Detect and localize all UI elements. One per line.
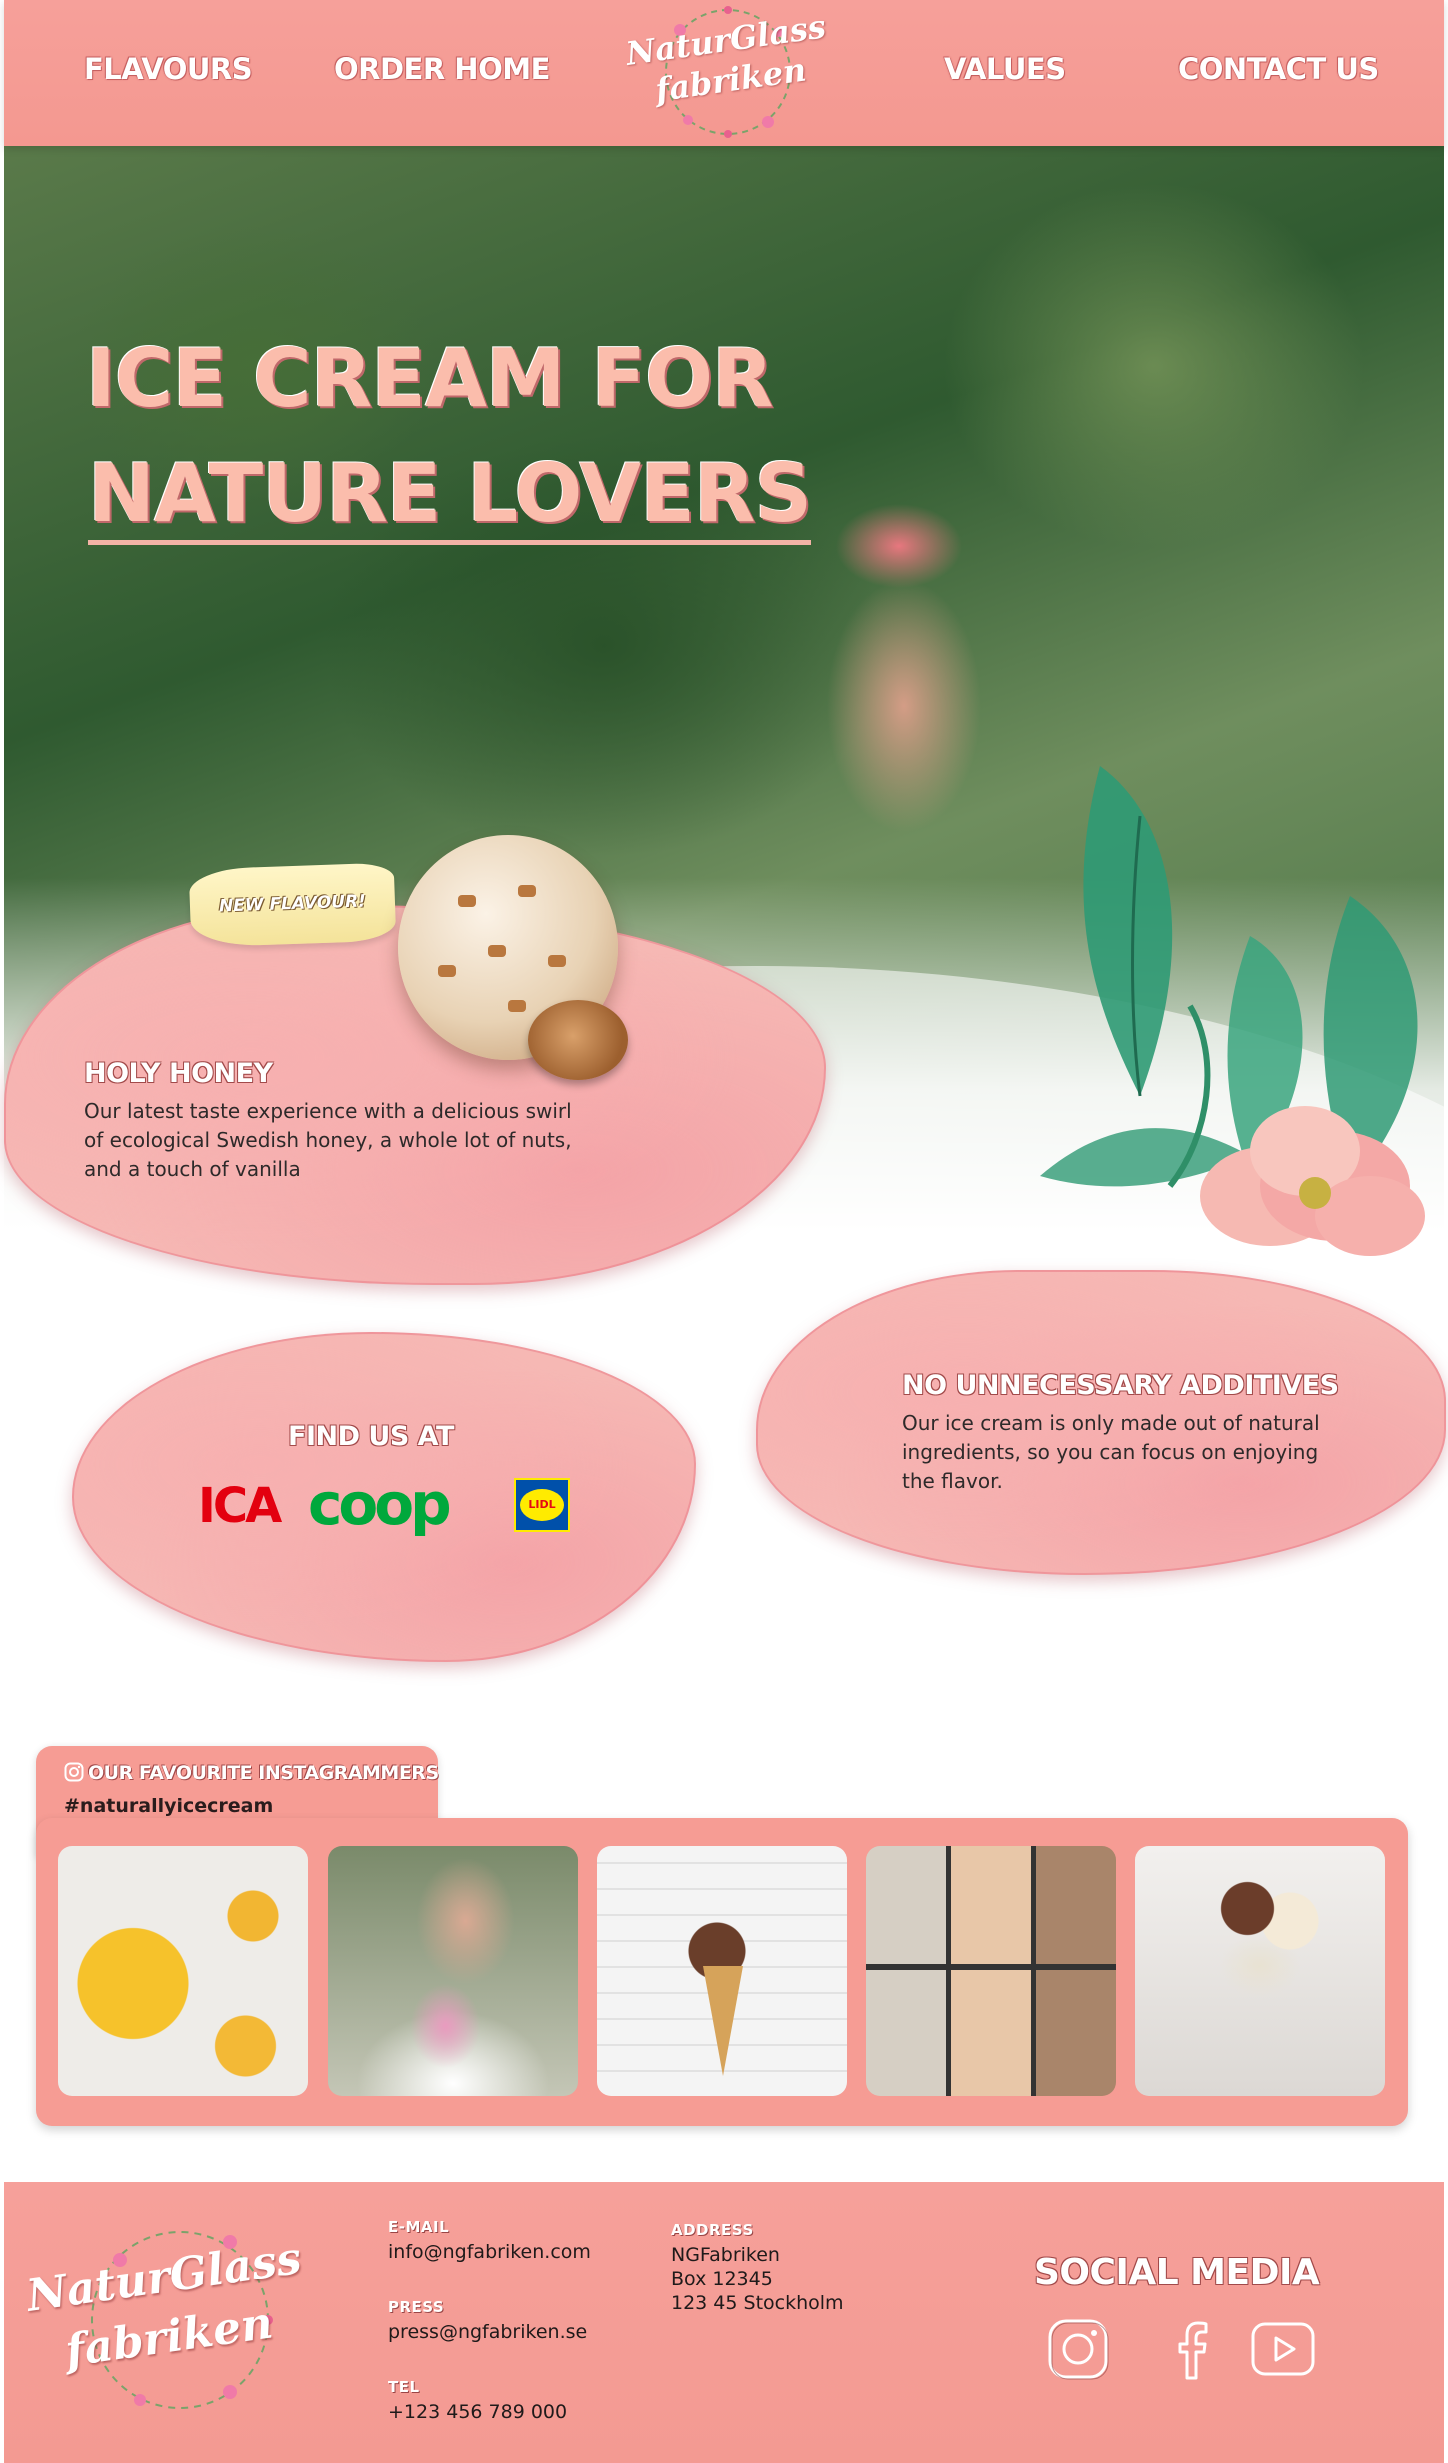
press-label: PRESS bbox=[388, 2298, 445, 2316]
instagram-photo-gelato-counter[interactable] bbox=[866, 1846, 1116, 2096]
holy-honey-line: of ecological Swedish honey, a whole lot… bbox=[84, 1128, 572, 1152]
nav-contact-us[interactable]: CONTACT US bbox=[1178, 52, 1379, 86]
email-value[interactable]: info@ngfabriken.com bbox=[388, 2240, 591, 2264]
address-label: ADDRESS bbox=[671, 2221, 754, 2239]
coop-logo[interactable]: coop bbox=[308, 1470, 452, 1538]
hero-title-line1: ICE CREAM FOR bbox=[86, 332, 774, 425]
additives-title: NO UNNECESSARY ADDITIVES bbox=[902, 1370, 1339, 1401]
tel-value[interactable]: +123 456 789 000 bbox=[388, 2400, 567, 2424]
instagram-heading: OUR FAVOURITE INSTAGRAMMERS bbox=[88, 1762, 439, 1784]
additives-line: ingredients, so you can focus on enjoyin… bbox=[902, 1440, 1319, 1464]
additives-description: Our ice cream is only made out of natura… bbox=[902, 1409, 1320, 1496]
site-header: FLAVOURS ORDER HOME NaturGlass fabriken … bbox=[4, 0, 1444, 146]
brand-logo[interactable]: NaturGlass fabriken bbox=[624, 2, 828, 142]
holy-honey-description: Our latest taste experience with a delic… bbox=[84, 1097, 572, 1184]
instagram-photo-girl-cone[interactable] bbox=[328, 1846, 578, 2096]
find-us-title: FIND US AT bbox=[288, 1421, 454, 1452]
lidl-logo-text: LIDL bbox=[520, 1489, 564, 1521]
holy-honey-title: HOLY HONEY bbox=[84, 1058, 273, 1089]
additives-line: Our ice cream is only made out of natura… bbox=[902, 1411, 1320, 1435]
walnut-image bbox=[528, 1000, 628, 1080]
instagram-photo-mango-sorbet[interactable] bbox=[58, 1846, 308, 2096]
address-line: Box 12345 bbox=[671, 2268, 773, 2290]
youtube-icon[interactable] bbox=[1250, 2318, 1316, 2380]
lidl-logo[interactable]: LIDL bbox=[514, 1478, 570, 1532]
instagram-hashtag[interactable]: #naturallyicecream bbox=[64, 1795, 273, 1817]
instagram-photo-sundae-glass[interactable] bbox=[1135, 1846, 1385, 2096]
social-media-title: SOCIAL MEDIA bbox=[1034, 2252, 1320, 2293]
tel-label: TEL bbox=[388, 2378, 420, 2396]
holy-honey-line: Our latest taste experience with a delic… bbox=[84, 1099, 572, 1123]
hero-title-line2: NATURE LOVERS bbox=[88, 448, 812, 545]
email-label: E-MAIL bbox=[388, 2218, 450, 2236]
nav-values[interactable]: VALUES bbox=[944, 52, 1066, 86]
instagram-small-icon bbox=[64, 1762, 84, 1782]
ica-logo[interactable]: ICA bbox=[198, 1478, 282, 1534]
new-flavour-badge: NEW FLAVOUR! bbox=[188, 862, 397, 948]
additives-line: the flavor. bbox=[902, 1469, 1003, 1493]
page: FLAVOURS ORDER HOME NaturGlass fabriken … bbox=[0, 0, 1448, 2463]
instagram-icon[interactable] bbox=[1046, 2318, 1112, 2380]
footer-brand-logo[interactable]: NaturGlass fabriken bbox=[24, 2220, 305, 2420]
address-line: NGFabriken bbox=[671, 2244, 780, 2266]
nav-order-home[interactable]: ORDER HOME bbox=[334, 52, 550, 86]
new-flavour-badge-text: NEW FLAVOUR! bbox=[218, 891, 367, 917]
press-value[interactable]: press@ngfabriken.se bbox=[388, 2320, 587, 2344]
address-line: 123 45 Stockholm bbox=[671, 2292, 844, 2314]
watercolor-leaves-flower bbox=[1040, 766, 1425, 1256]
nav-flavours[interactable]: FLAVOURS bbox=[84, 52, 253, 86]
holy-honey-line: and a touch of vanilla bbox=[84, 1157, 301, 1181]
instagram-photo-chocolate-cone[interactable] bbox=[597, 1846, 847, 2096]
facebook-icon[interactable] bbox=[1160, 2318, 1226, 2380]
address-value: NGFabriken Box 12345 123 45 Stockholm bbox=[671, 2243, 844, 2315]
